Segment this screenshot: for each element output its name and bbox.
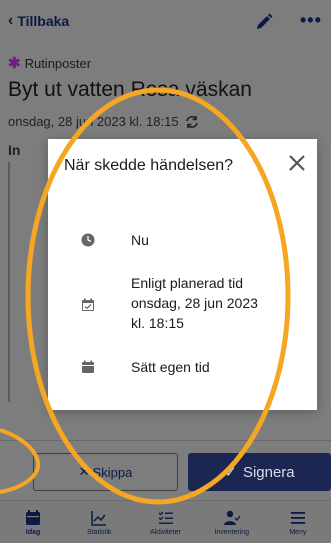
tab-inventering[interactable]: Inventering bbox=[199, 501, 265, 543]
calendar-check-icon bbox=[82, 298, 94, 311]
tab-statistik[interactable]: Statistik bbox=[66, 501, 132, 543]
check-icon: ✓ bbox=[224, 464, 237, 481]
option-planned-line2: onsdag, 28 jun 2023 bbox=[131, 295, 258, 311]
back-button[interactable]: ‹ Tillbaka bbox=[8, 12, 69, 30]
section-heading: In bbox=[8, 142, 21, 158]
scheduled-time: onsdag, 28 jun 2023 kl. 18:15 bbox=[8, 114, 199, 129]
asterisk-icon: ✱ bbox=[8, 55, 21, 72]
tab-label: Statistik bbox=[87, 529, 112, 536]
option-planned-line3: kl. 18:15 bbox=[131, 315, 184, 331]
skip-button[interactable]: ✕ Skippa bbox=[33, 453, 178, 491]
tab-aktiviteter[interactable]: Aktiviteter bbox=[132, 501, 198, 543]
tab-label: Aktiviteter bbox=[150, 529, 181, 536]
close-icon[interactable] bbox=[286, 152, 308, 174]
sign-label: Signera bbox=[242, 463, 295, 481]
calendar-icon bbox=[26, 510, 41, 525]
skip-x-icon: ✕ bbox=[78, 464, 90, 479]
option-planned-text: Enligt planerad tid onsdag, 28 jun 2023 … bbox=[131, 273, 258, 333]
back-label: Tillbaka bbox=[17, 13, 70, 29]
top-bar: ‹ Tillbaka ••• bbox=[0, 0, 331, 44]
person-check-icon bbox=[223, 510, 241, 525]
sign-button[interactable]: ✓ Signera bbox=[188, 453, 331, 491]
event-time-dialog: När skedde händelsen? Nu Enligt planerad… bbox=[48, 139, 317, 410]
chart-icon bbox=[91, 511, 107, 526]
menu-icon bbox=[290, 512, 305, 524]
tab-meny[interactable]: Meny bbox=[265, 501, 331, 543]
bottom-tab-bar: Idag Statistik Aktiviteter Inventering M… bbox=[0, 500, 331, 543]
list-icon bbox=[158, 511, 173, 524]
repeat-icon bbox=[185, 115, 198, 128]
option-now[interactable]: Nu bbox=[48, 230, 317, 254]
option-planned-time[interactable]: Enligt planerad tid onsdag, 28 jun 2023 … bbox=[48, 273, 317, 339]
category-label: ✱ Rutinposter bbox=[8, 54, 91, 72]
tab-label: Idag bbox=[25, 529, 41, 536]
more-menu-button[interactable]: ••• bbox=[300, 10, 322, 31]
skip-label: Skippa bbox=[92, 464, 133, 480]
scheduled-time-text: onsdag, 28 jun 2023 kl. 18:15 bbox=[8, 114, 179, 129]
option-custom-time[interactable]: Sätt egen tid bbox=[48, 357, 317, 381]
calendar-icon bbox=[82, 360, 94, 373]
tab-label: Inventering bbox=[214, 529, 250, 536]
tab-idag[interactable]: Idag bbox=[0, 501, 66, 543]
page-title: Byt ut vatten Rosa väskan bbox=[8, 78, 252, 101]
category-text: Rutinposter bbox=[24, 55, 92, 71]
option-planned-line1: Enligt planerad tid bbox=[131, 275, 244, 291]
dialog-title: När skedde händelsen? bbox=[64, 157, 234, 174]
option-now-label: Nu bbox=[131, 232, 149, 248]
pencil-icon[interactable] bbox=[254, 12, 274, 32]
action-bar: ✕ Skippa ✓ Signera bbox=[0, 440, 331, 500]
option-custom-label: Sätt egen tid bbox=[131, 359, 210, 375]
tab-label: Meny bbox=[289, 529, 307, 536]
chevron-left-icon: ‹ bbox=[8, 12, 14, 29]
clock-icon bbox=[81, 233, 95, 247]
